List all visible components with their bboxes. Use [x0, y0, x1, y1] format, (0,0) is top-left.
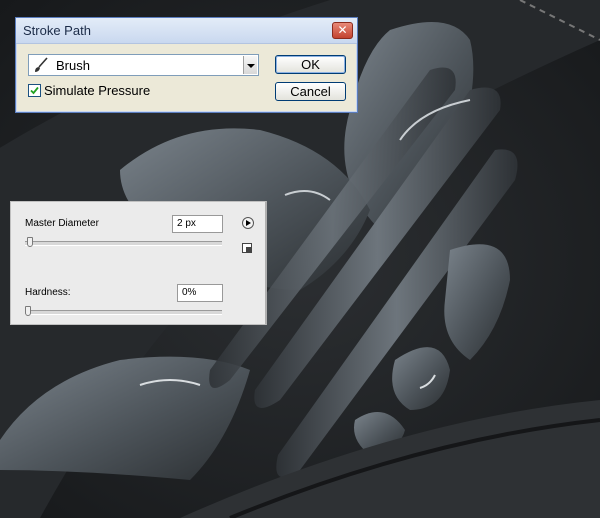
hardness-slider-thumb[interactable]: [25, 306, 31, 316]
dialog-title: Stroke Path: [23, 23, 91, 38]
new-preset-icon[interactable]: [242, 243, 252, 253]
chevron-down-icon[interactable]: [243, 56, 257, 74]
master-diameter-slider-thumb[interactable]: [26, 237, 33, 247]
simulate-pressure-label: Simulate Pressure: [44, 83, 151, 98]
simulate-pressure-checkbox[interactable]: [28, 84, 41, 97]
tool-select-value: Brush: [56, 58, 90, 73]
brush-icon: [35, 57, 48, 72]
checkmark-icon: [30, 86, 39, 95]
brush-preset-panel: Master Diameter 2 px Hardness: 0%: [10, 201, 267, 325]
master-diameter-input[interactable]: 2 px: [172, 215, 223, 233]
close-icon: ✕: [337, 23, 348, 37]
tool-select[interactable]: Brush: [28, 54, 259, 76]
master-diameter-slider[interactable]: [25, 241, 222, 246]
master-diameter-label: Master Diameter: [25, 218, 99, 229]
cancel-button[interactable]: Cancel: [275, 82, 346, 101]
hardness-label: Hardness:: [25, 287, 71, 298]
dialog-titlebar[interactable]: Stroke Path ✕: [16, 18, 357, 44]
close-button[interactable]: ✕: [332, 22, 353, 39]
stroke-path-dialog: Stroke Path ✕ Brush Simulate Pressure OK…: [15, 17, 358, 113]
panel-menu-icon[interactable]: [242, 217, 254, 229]
ok-button[interactable]: OK: [275, 55, 346, 74]
hardness-slider[interactable]: [25, 310, 222, 315]
hardness-input[interactable]: 0%: [177, 284, 223, 302]
